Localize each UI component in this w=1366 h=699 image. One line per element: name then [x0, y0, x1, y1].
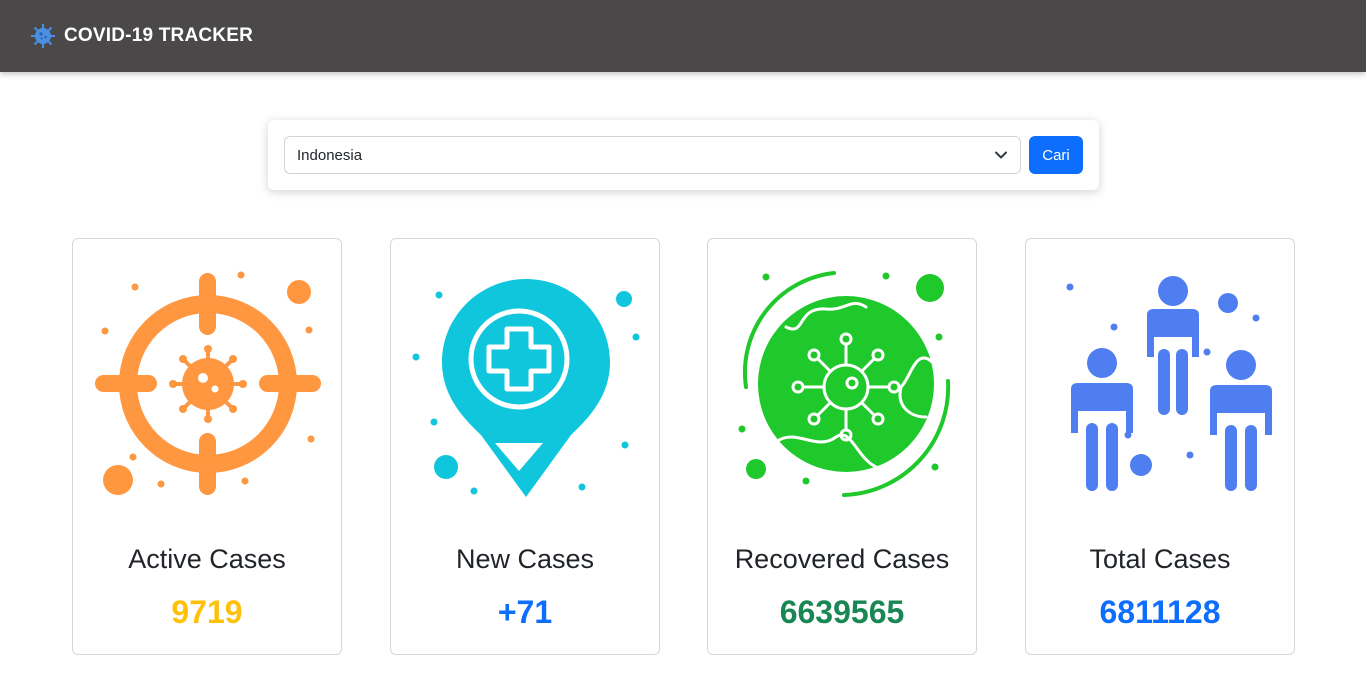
recovered-cases-card: Recovered Cases 6639565 [707, 238, 977, 655]
country-select-value: Indonesia [297, 146, 363, 164]
new-cases-card: New Cases +71 [390, 238, 660, 655]
active-cases-card: Active Cases 9719 [72, 238, 342, 655]
target-virus-icon [95, 271, 321, 495]
brand-title: COVID-19 TRACKER [64, 25, 253, 46]
total-cases-card: Total Cases 6811128 [1025, 238, 1295, 655]
chevron-down-icon [995, 151, 1007, 159]
location-pin-plus-icon [412, 279, 640, 497]
card-value: 6811128 [1099, 594, 1221, 630]
search-button[interactable]: Cari [1029, 136, 1083, 174]
globe-virus-icon [738, 271, 951, 497]
people-icon [1066, 276, 1272, 491]
country-select[interactable]: Indonesia [284, 136, 1021, 174]
search-card: Indonesia Cari [268, 120, 1099, 190]
card-title: Total Cases [1089, 544, 1231, 574]
brand[interactable]: COVID-19 TRACKER [30, 23, 253, 49]
card-value: +71 [497, 594, 553, 630]
card-value: 6639565 [779, 594, 905, 630]
virus-icon [31, 24, 55, 48]
card-value: 9719 [171, 594, 243, 630]
card-title: Recovered Cases [734, 544, 950, 574]
card-title: New Cases [455, 544, 595, 574]
card-title: Active Cases [128, 544, 286, 574]
navbar: COVID-19 TRACKER [0, 0, 1366, 72]
